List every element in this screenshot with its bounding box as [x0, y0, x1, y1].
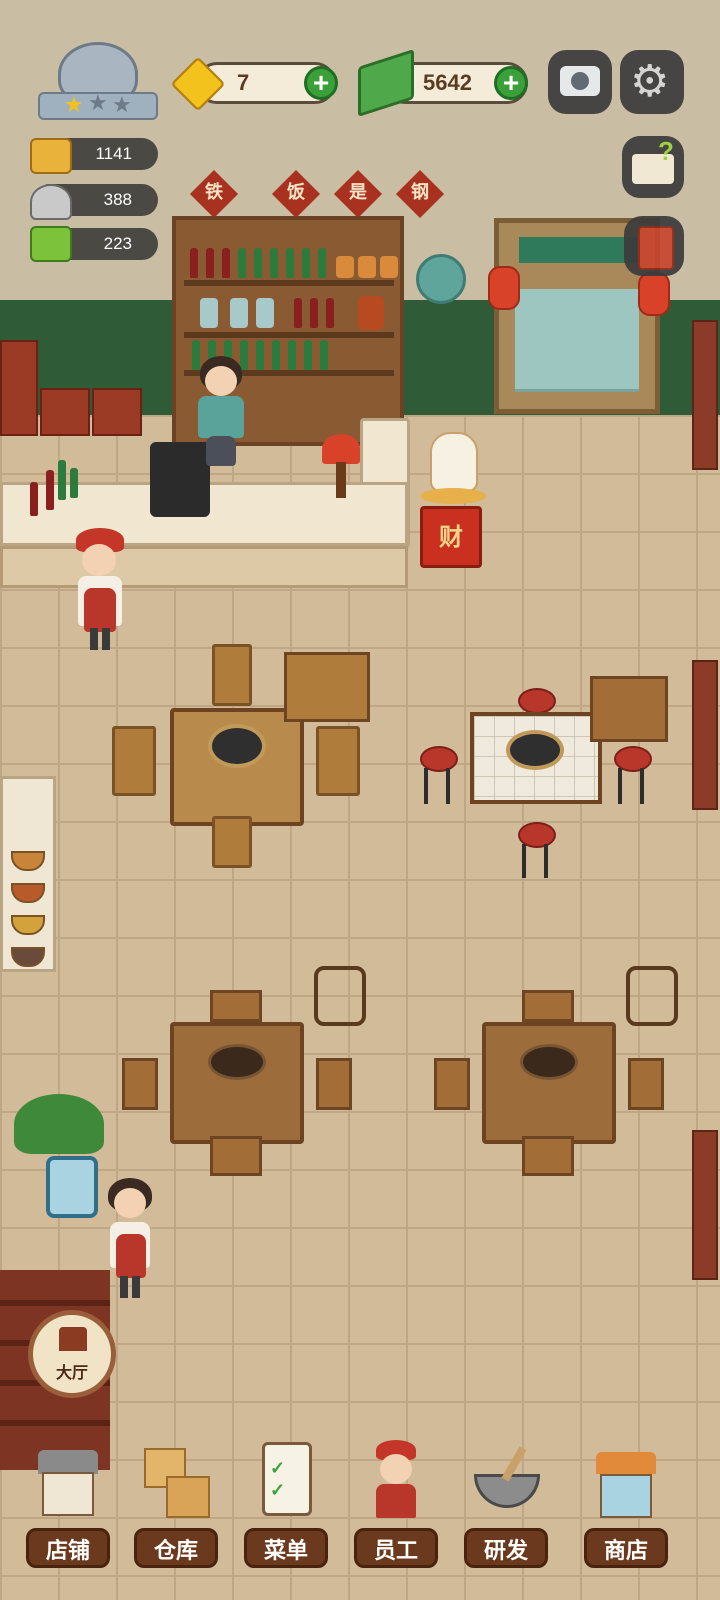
bench-2[interactable] [590, 676, 668, 742]
settings-button[interactable]: ⚙ [620, 50, 684, 114]
nav-store[interactable]: 商店 [576, 1440, 676, 1590]
nav-warehouse[interactable]: 仓库 [126, 1440, 226, 1590]
bench-1[interactable] [284, 652, 370, 722]
add-gems-button[interactable]: + [304, 66, 338, 100]
table-lamp-base [336, 462, 346, 498]
fortune-box: 财 [420, 506, 482, 568]
nav-shop[interactable]: 店铺 [18, 1440, 118, 1590]
waiter-staff-1[interactable] [72, 528, 128, 654]
order-clipboard-icon[interactable] [46, 1156, 98, 1218]
nav-staff[interactable]: 员工 [346, 1440, 446, 1590]
shop-building-icon [36, 1440, 100, 1524]
waiter-staff-2[interactable] [104, 1178, 156, 1302]
nav-menu[interactable]: ✓ ✓ 菜单 [236, 1440, 336, 1590]
camera-button[interactable] [548, 50, 612, 114]
red-lantern-right [638, 272, 670, 316]
condiment-cabinet[interactable] [0, 776, 56, 972]
add-cash-button[interactable]: + [494, 66, 528, 100]
cashier-staff[interactable] [196, 356, 248, 476]
help-book-button[interactable]: ? [622, 136, 684, 198]
potted-plant [14, 1094, 104, 1154]
camera-icon [560, 66, 600, 96]
star-icon-empty: ★ [88, 90, 108, 115]
star-icon-filled: ★ [64, 92, 84, 117]
nav-staff-label: 员工 [354, 1528, 438, 1568]
hotpot-icon [30, 138, 72, 174]
banner-char-1: 铁 [205, 182, 223, 203]
banner-char-2: 饭 [287, 182, 305, 203]
star-icon-empty: ★ [112, 92, 132, 117]
balcony-railing [684, 320, 720, 1420]
hall-button[interactable]: 大厅 [28, 1310, 116, 1398]
nav-menu-label: 菜单 [244, 1528, 328, 1568]
recipe-book-icon [638, 226, 674, 270]
nav-research[interactable]: 研发 [456, 1440, 556, 1590]
recipe-book-green-icon [30, 226, 72, 262]
red-lantern-left [488, 266, 520, 310]
nav-store-label: 商店 [584, 1528, 668, 1568]
nav-research-label: 研发 [464, 1528, 548, 1568]
question-mark-icon: ? [658, 136, 674, 166]
nav-shop-label: 店铺 [26, 1528, 110, 1568]
staff-chef-icon [364, 1440, 428, 1524]
rank-badge[interactable]: ★ ★ ★ [38, 42, 158, 126]
banner-char-4: 钢 [411, 182, 429, 203]
gear-icon: ⚙ [630, 57, 670, 106]
banner-char-3: 是 [349, 182, 367, 203]
warehouse-boxes-icon [144, 1440, 210, 1524]
nav-warehouse-label: 仓库 [134, 1528, 218, 1568]
menu-clipboard-icon: ✓ ✓ [254, 1440, 318, 1524]
door-curtain [515, 289, 639, 392]
hall-building-icon [59, 1327, 87, 1351]
wicker-stool-2 [626, 966, 678, 1026]
store-front-icon [594, 1440, 658, 1524]
research-wok-icon [474, 1440, 540, 1524]
table-lamp [322, 434, 360, 464]
wicker-stool-1 [314, 966, 366, 1026]
serving-dish-icon [30, 184, 72, 220]
hall-label: 大厅 [55, 1365, 88, 1382]
recipe-book-button[interactable] [624, 216, 684, 276]
wall-fan [416, 254, 466, 304]
